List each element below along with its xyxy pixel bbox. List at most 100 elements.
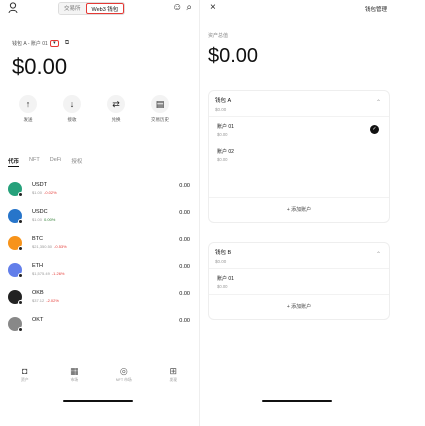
assets-icon: ◘ <box>22 366 28 376</box>
token-amount: 0.00 <box>179 210 190 216</box>
top-icons: ☺ ⌕ <box>172 2 192 13</box>
wallet-group-header[interactable]: 钱包 B $0.00 ⌃ <box>209 243 389 269</box>
nav-assets[interactable]: ◘ 资产 <box>7 366 43 390</box>
token-price-value: $1.00 <box>32 217 43 222</box>
token-price-value: $37.12 <box>32 298 45 303</box>
nft-market-icon: ◎ <box>119 366 128 376</box>
token-row[interactable]: OKT 0.00 <box>8 315 194 342</box>
wallet-manage-link[interactable]: 钱包管理 <box>365 5 387 13</box>
send-icon: ↑ <box>19 95 37 113</box>
chain-badge-icon <box>18 246 23 251</box>
swap-button[interactable]: ⇄ 兑换 <box>102 95 130 123</box>
wallet-manager-panel: × 钱包管理 资产总值 $0.00 钱包 A $0.00 ⌃ 账户 01 $0.… <box>199 0 397 426</box>
wallet-name: 钱包 B <box>215 250 232 256</box>
token-price <box>32 325 34 330</box>
bottom-nav: ◘ 资产 ▦ 市场 ◎ NFT 市场 ⊞ 发现 <box>0 366 198 390</box>
token-row[interactable]: ETH $1,575.49 -1.26% 0.00 <box>8 261 194 288</box>
account-name: 账户 01 <box>217 124 234 130</box>
nav-discover[interactable]: ⊞ 发现 <box>155 366 191 390</box>
tab-web3-wallet[interactable]: Web3 钱包 <box>85 3 125 14</box>
token-icon <box>8 182 23 197</box>
token-icon <box>8 209 23 224</box>
token-price: $37.12 -2.02% <box>32 298 59 303</box>
account-value: $0.00 <box>217 284 228 289</box>
home-indicator <box>63 400 133 402</box>
wallet-home-panel: 交易所 Web3 钱包 ☺ ⌕ 钱包 A - 账户 01 ▾ ⧉ $0.00 ↑… <box>0 0 198 426</box>
history-button[interactable]: ▤ 交易历史 <box>146 95 174 123</box>
wallet-selector[interactable]: 钱包 A - 账户 01 ▾ ⧉ <box>12 40 69 47</box>
selected-check-icon: ✓ <box>370 125 379 134</box>
receive-label: 接收 <box>67 117 77 122</box>
chevron-up-icon[interactable]: ⌃ <box>376 99 381 106</box>
token-price-value: $1,575.49 <box>32 271 50 276</box>
chevron-down-icon[interactable]: ▾ <box>49 40 59 47</box>
send-label: 发送 <box>23 117 33 122</box>
token-row[interactable]: USDC $1.00 0.00% 0.00 <box>8 207 194 234</box>
wallet-value: $0.00 <box>215 259 227 264</box>
wallet-value: $0.00 <box>215 107 227 112</box>
token-change: -1.26% <box>51 271 65 276</box>
token-symbol: OKB <box>32 290 44 296</box>
token-price: $21,350.50 -0.53% <box>32 244 67 249</box>
token-amount: 0.00 <box>179 237 190 243</box>
wallet-group-header[interactable]: 钱包 A $0.00 ⌃ <box>209 91 389 117</box>
token-change: -2.02% <box>46 298 59 303</box>
history-icon: ▤ <box>151 95 169 113</box>
wallet-label: 钱包 A - 账户 01 <box>12 41 48 47</box>
token-icon <box>8 236 23 251</box>
close-icon[interactable]: × <box>210 2 216 13</box>
chain-badge-icon <box>18 300 23 305</box>
nav-market[interactable]: ▦ 市场 <box>56 366 92 390</box>
token-price-value: $1.00 <box>32 190 43 195</box>
receive-button[interactable]: ↓ 接收 <box>58 95 86 123</box>
token-price: $1,575.49 -1.26% <box>32 271 64 276</box>
tab-tokens[interactable]: 代币 <box>8 157 20 167</box>
copy-icon[interactable]: ⧉ <box>65 40 69 47</box>
nav-label: NFT 市场 <box>115 378 132 382</box>
add-account-button[interactable]: + 添加账户 <box>209 197 389 221</box>
wallet-group-b: 钱包 B $0.00 ⌃ 账户 01 $0.00 + 添加账户 <box>208 242 390 320</box>
chain-badge-icon <box>18 192 23 197</box>
search-icon[interactable]: ⌕ <box>186 2 192 13</box>
account-name: 账户 01 <box>217 276 234 282</box>
account-row[interactable]: 账户 01 $0.00 <box>209 269 389 294</box>
home-indicator <box>262 400 332 402</box>
tab-approvals[interactable]: 授权 <box>71 157 82 167</box>
token-row[interactable]: OKB $37.12 -2.02% 0.00 <box>8 288 194 315</box>
total-balance: $0.00 <box>12 54 68 79</box>
token-change: -0.53% <box>54 244 67 249</box>
total-assets-value: $0.00 <box>208 45 259 67</box>
account-row[interactable]: 账户 02 $0.00 <box>209 142 389 167</box>
swap-label: 兑换 <box>111 117 121 122</box>
chain-badge-icon <box>18 327 23 332</box>
token-amount: 0.00 <box>179 264 190 270</box>
profile-icon[interactable] <box>8 2 18 14</box>
send-button[interactable]: ↑ 发送 <box>14 95 42 123</box>
token-row[interactable]: USDT $1.00 -0.02% 0.00 <box>8 180 194 207</box>
token-price: $1.00 -0.02% <box>32 190 57 195</box>
chevron-up-icon[interactable]: ⌃ <box>376 251 381 258</box>
total-assets-label: 资产总值 <box>208 33 229 39</box>
discover-icon: ⊞ <box>169 366 178 376</box>
market-icon: ▦ <box>69 366 79 376</box>
wallet-name: 钱包 A <box>215 98 232 104</box>
nav-label: 市场 <box>70 378 79 382</box>
token-row[interactable]: BTC $21,350.50 -0.53% 0.00 <box>8 234 194 261</box>
tab-defi[interactable]: DeFi <box>50 157 62 167</box>
add-account-button[interactable]: + 添加账户 <box>209 294 389 318</box>
history-label: 交易历史 <box>151 117 169 122</box>
nav-nft-market[interactable]: ◎ NFT 市场 <box>106 366 142 390</box>
account-row[interactable]: 账户 01 $0.00 ✓ <box>209 117 389 142</box>
support-icon[interactable]: ☺ <box>172 2 182 13</box>
swap-icon: ⇄ <box>107 95 125 113</box>
token-amount: 0.00 <box>179 183 190 189</box>
receive-icon: ↓ <box>63 95 81 113</box>
token-icon <box>8 317 23 332</box>
token-symbol: USDT <box>32 182 47 188</box>
tab-exchange[interactable]: 交易所 <box>59 3 86 14</box>
token-icon <box>8 263 23 278</box>
token-amount: 0.00 <box>179 291 190 297</box>
token-icon <box>8 290 23 305</box>
token-price-value: $21,350.50 <box>32 244 53 249</box>
tab-nft[interactable]: NFT <box>29 157 40 167</box>
